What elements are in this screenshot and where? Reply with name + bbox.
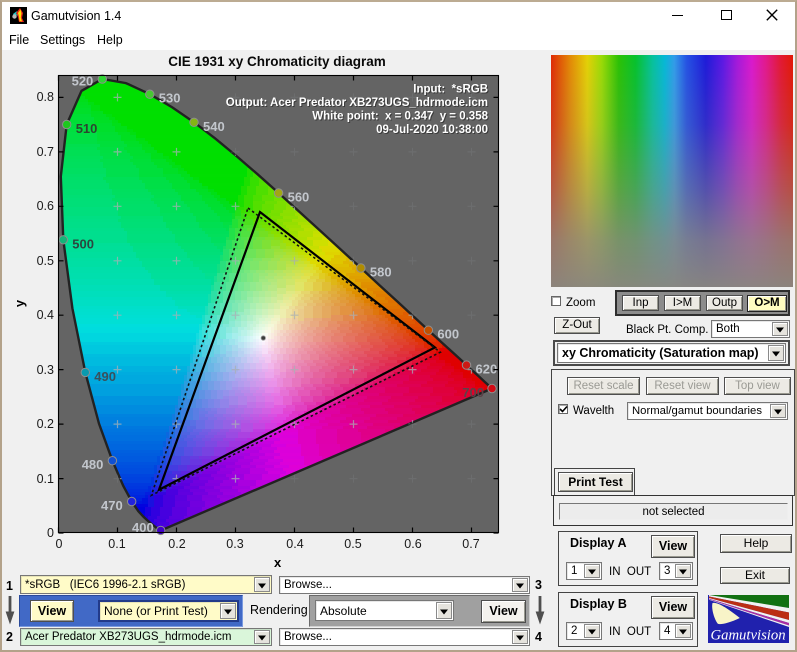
svg-text:510: 510 (76, 121, 98, 136)
svg-text:600: 600 (437, 327, 459, 342)
svg-text:Output: Acer Predator XB273UGS: Output: Acer Predator XB273UGS_hdrmode.i… (226, 97, 488, 109)
svg-text:700: 700 (462, 385, 484, 400)
svg-text:09-Jul-2020 10:38:00: 09-Jul-2020 10:38:00 (376, 124, 488, 136)
svg-text:Gamutvision: Gamutvision (711, 628, 786, 644)
svg-text:White point: x = 0.347 y = 0: White point: x = 0.347 y = 0.358 (312, 111, 488, 123)
svg-text:480: 480 (82, 457, 104, 472)
svg-text:490: 490 (94, 369, 116, 384)
svg-text:500: 500 (72, 236, 94, 251)
svg-text:560: 560 (288, 190, 310, 205)
svg-text:470: 470 (101, 498, 123, 513)
svg-text:530: 530 (159, 91, 181, 106)
svg-text:Input: *sRGB: Input: *sRGB (413, 84, 488, 96)
svg-text:580: 580 (370, 265, 392, 280)
svg-text:540: 540 (203, 119, 225, 134)
